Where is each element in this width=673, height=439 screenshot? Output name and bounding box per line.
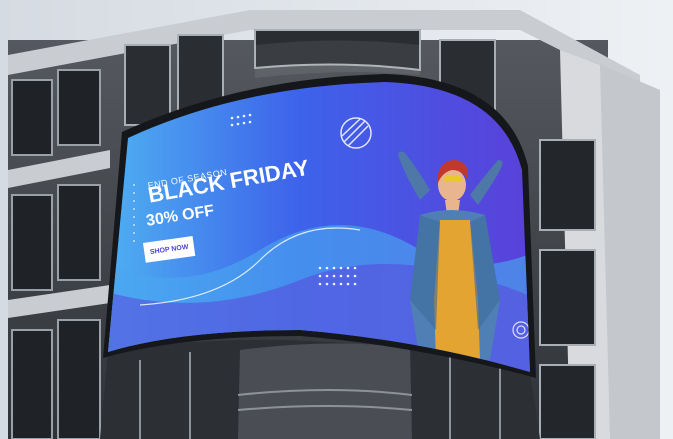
- scene-graphics: [0, 0, 673, 439]
- street-scene: END OF SEASON BLACK FRIDAY 30% OFF SHOP …: [0, 0, 673, 439]
